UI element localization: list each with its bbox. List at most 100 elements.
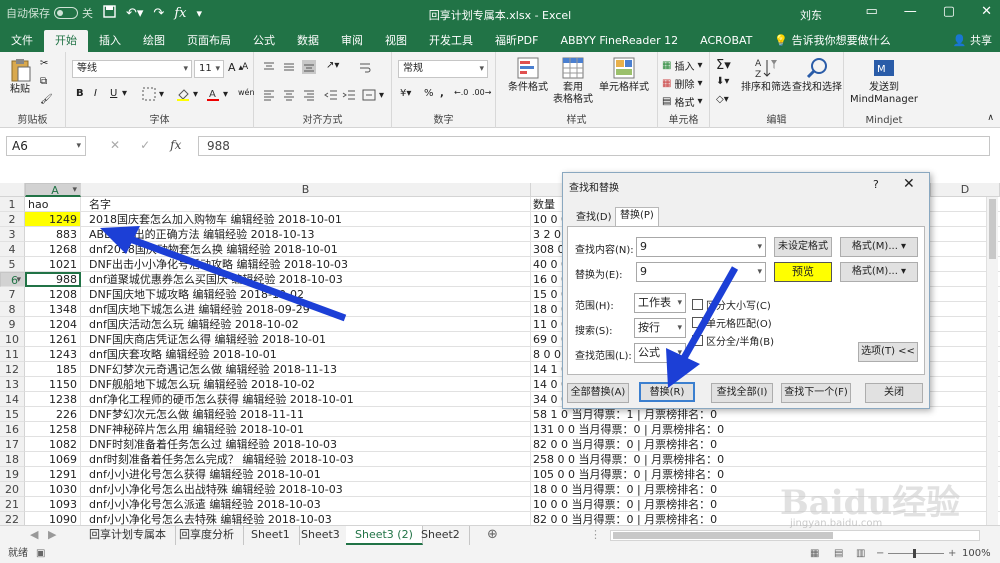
- row-header[interactable]: 7: [0, 287, 25, 302]
- cell-a[interactable]: hao: [25, 197, 81, 212]
- increase-indent-icon[interactable]: [342, 88, 356, 102]
- tab-3[interactable]: 绘图: [132, 30, 176, 52]
- user-name[interactable]: 刘东: [800, 7, 822, 23]
- help-icon[interactable]: ?: [873, 178, 879, 191]
- cell-b[interactable]: dnf小小进化号怎么获得 编辑经验 2018-10-01: [81, 467, 531, 482]
- borders-icon[interactable]: ▾: [142, 87, 164, 101]
- format-cells-button[interactable]: ▤ 格式 ▾: [662, 94, 702, 109]
- match-byte-box[interactable]: [692, 335, 703, 346]
- comma-button[interactable]: ,: [440, 88, 444, 99]
- sheet-tab[interactable]: Sheet2: [412, 526, 470, 545]
- row-header[interactable]: 2: [0, 212, 25, 227]
- cell-b[interactable]: DNF国庆地下城攻略 编辑经验 2018-10-02: [81, 287, 531, 302]
- currency-icon[interactable]: ¥▾: [400, 88, 411, 99]
- page-break-icon[interactable]: ▥: [856, 545, 865, 563]
- cell-b[interactable]: DNF神秘碎片怎么用 编辑经验 2018-10-01: [81, 422, 531, 437]
- cancel-icon[interactable]: ✕: [110, 138, 120, 152]
- tab-2[interactable]: 插入: [88, 30, 132, 52]
- page-layout-icon[interactable]: ▤: [834, 545, 843, 563]
- zoom-slider[interactable]: [888, 553, 944, 554]
- row-header[interactable]: 14: [0, 392, 25, 407]
- search-order-select[interactable]: 按行: [634, 318, 686, 338]
- bold-button[interactable]: B: [76, 88, 84, 99]
- cell-b[interactable]: DNF出击小小净化号活动攻略 编辑经验 2018-10-03: [81, 257, 531, 272]
- column-header-a[interactable]: A: [25, 183, 81, 197]
- cell-a[interactable]: 1021: [25, 257, 81, 272]
- tab-find[interactable]: 查找(D): [571, 209, 617, 227]
- row-header[interactable]: 20: [0, 482, 25, 497]
- conditional-format-button[interactable]: 条件格式: [508, 56, 548, 94]
- formula-input[interactable]: 988: [198, 136, 990, 156]
- decrease-decimal-icon[interactable]: .00→: [472, 88, 491, 97]
- cell-a[interactable]: 1093: [25, 497, 81, 512]
- tab-7[interactable]: 审阅: [330, 30, 374, 52]
- row-header[interactable]: 12: [0, 362, 25, 377]
- cell-b[interactable]: dnf时刻准备着任务怎么完成？ 编辑经验 2018-10-03: [81, 452, 531, 467]
- scrollbar-thumb[interactable]: [613, 532, 833, 539]
- tab-11[interactable]: ABBYY FineReader 12: [549, 30, 689, 52]
- percent-button[interactable]: %: [424, 88, 434, 99]
- cell-b[interactable]: ABB小伙出的正确方法 编辑经验 2018-10-13: [81, 227, 531, 242]
- underline-button[interactable]: U: [110, 88, 117, 99]
- cell-b[interactable]: dnf小小净化号怎么派遣 编辑经验 2018-10-03: [81, 497, 531, 512]
- font-name-select[interactable]: 等线: [72, 60, 192, 78]
- wrap-text-icon[interactable]: [358, 60, 372, 74]
- tab-8[interactable]: 视图: [374, 30, 418, 52]
- horizontal-scrollbar[interactable]: [610, 530, 980, 541]
- row-header[interactable]: 17: [0, 437, 25, 452]
- cell-b[interactable]: dnf国庆活动怎么玩 编辑经验 2018-10-02: [81, 317, 531, 332]
- row-header[interactable]: 13: [0, 377, 25, 392]
- cell-a[interactable]: 1208: [25, 287, 81, 302]
- cell-a[interactable]: 883: [25, 227, 81, 242]
- select-all-corner[interactable]: [0, 183, 25, 197]
- cell-c[interactable]: 58 1 0 当月得票：1 | 月票榜排名：0: [531, 407, 1000, 422]
- replace-with-input[interactable]: 9: [636, 262, 766, 282]
- row-header[interactable]: 9: [0, 317, 25, 332]
- tab-replace[interactable]: 替换(P): [615, 207, 659, 227]
- cell-b[interactable]: DNF时刻准备着任务怎么过 编辑经验 2018-10-03: [81, 437, 531, 452]
- cell-b[interactable]: dnf道聚城优惠券怎么买国庆 编辑经验 2018-10-03: [81, 272, 531, 287]
- row-header[interactable]: 4: [0, 242, 25, 257]
- tab-5[interactable]: 公式: [242, 30, 286, 52]
- row-header[interactable]: 10: [0, 332, 25, 347]
- row-header[interactable]: 1: [0, 197, 25, 212]
- cell-a[interactable]: 1150: [25, 377, 81, 392]
- clear-icon[interactable]: ◇▾: [716, 94, 729, 105]
- cell-b[interactable]: dnf国庆地下城怎么进 编辑经验 2018-09-29: [81, 302, 531, 317]
- orientation-icon[interactable]: ↗▾: [326, 60, 339, 71]
- vertical-scrollbar[interactable]: [986, 197, 998, 525]
- sheet-scroll-icon[interactable]: ⋮: [590, 528, 601, 541]
- new-sheet-icon[interactable]: ⊕: [487, 527, 498, 542]
- find-select-button[interactable]: 查找和选择: [792, 56, 842, 94]
- cell-b[interactable]: dnf小小净化号怎么出战特殊 编辑经验 2018-10-03: [81, 482, 531, 497]
- cell-b[interactable]: 名字: [81, 197, 531, 212]
- autosum-icon[interactable]: Σ▾: [716, 58, 731, 73]
- sheet-tab[interactable]: Sheet3: [292, 526, 350, 545]
- name-box[interactable]: A6: [6, 136, 86, 156]
- align-bottom-icon[interactable]: [302, 60, 316, 74]
- tab-1[interactable]: 开始: [44, 30, 88, 52]
- options-button[interactable]: 选项(T) <<: [858, 342, 918, 362]
- align-center-icon[interactable]: [282, 88, 296, 102]
- sort-filter-button[interactable]: AZ 排序和筛选: [740, 56, 792, 94]
- row-header[interactable]: 5: [0, 257, 25, 272]
- match-case-checkbox[interactable]: 区分大小写(C): [692, 297, 771, 312]
- zoom-slider-thumb[interactable]: [913, 549, 916, 558]
- format-as-table-button[interactable]: 套用 表格格式: [552, 56, 594, 106]
- column-header-b[interactable]: B: [81, 183, 531, 197]
- find-next-button[interactable]: 查找下一个(F): [781, 383, 851, 403]
- ribbon-display-icon[interactable]: ▭: [866, 4, 878, 19]
- merge-center-icon[interactable]: ▾: [362, 88, 384, 102]
- tab-10[interactable]: 福昕PDF: [484, 30, 549, 52]
- tab-12[interactable]: ACROBAT: [689, 30, 763, 52]
- close-icon[interactable]: ✕: [981, 4, 992, 19]
- dialog-close-icon[interactable]: ✕: [903, 176, 915, 192]
- align-middle-icon[interactable]: [282, 60, 296, 74]
- tab-9[interactable]: 开发工具: [418, 30, 484, 52]
- cell-a[interactable]: 1258: [25, 422, 81, 437]
- decrease-indent-icon[interactable]: [324, 88, 338, 102]
- shrink-font-button[interactable]: A: [242, 62, 248, 72]
- scope-select[interactable]: 工作表: [634, 293, 686, 313]
- cell-c[interactable]: 131 0 0 当月得票：0 | 月票榜排名：0: [531, 422, 1000, 437]
- cell-a[interactable]: 1249: [25, 212, 81, 227]
